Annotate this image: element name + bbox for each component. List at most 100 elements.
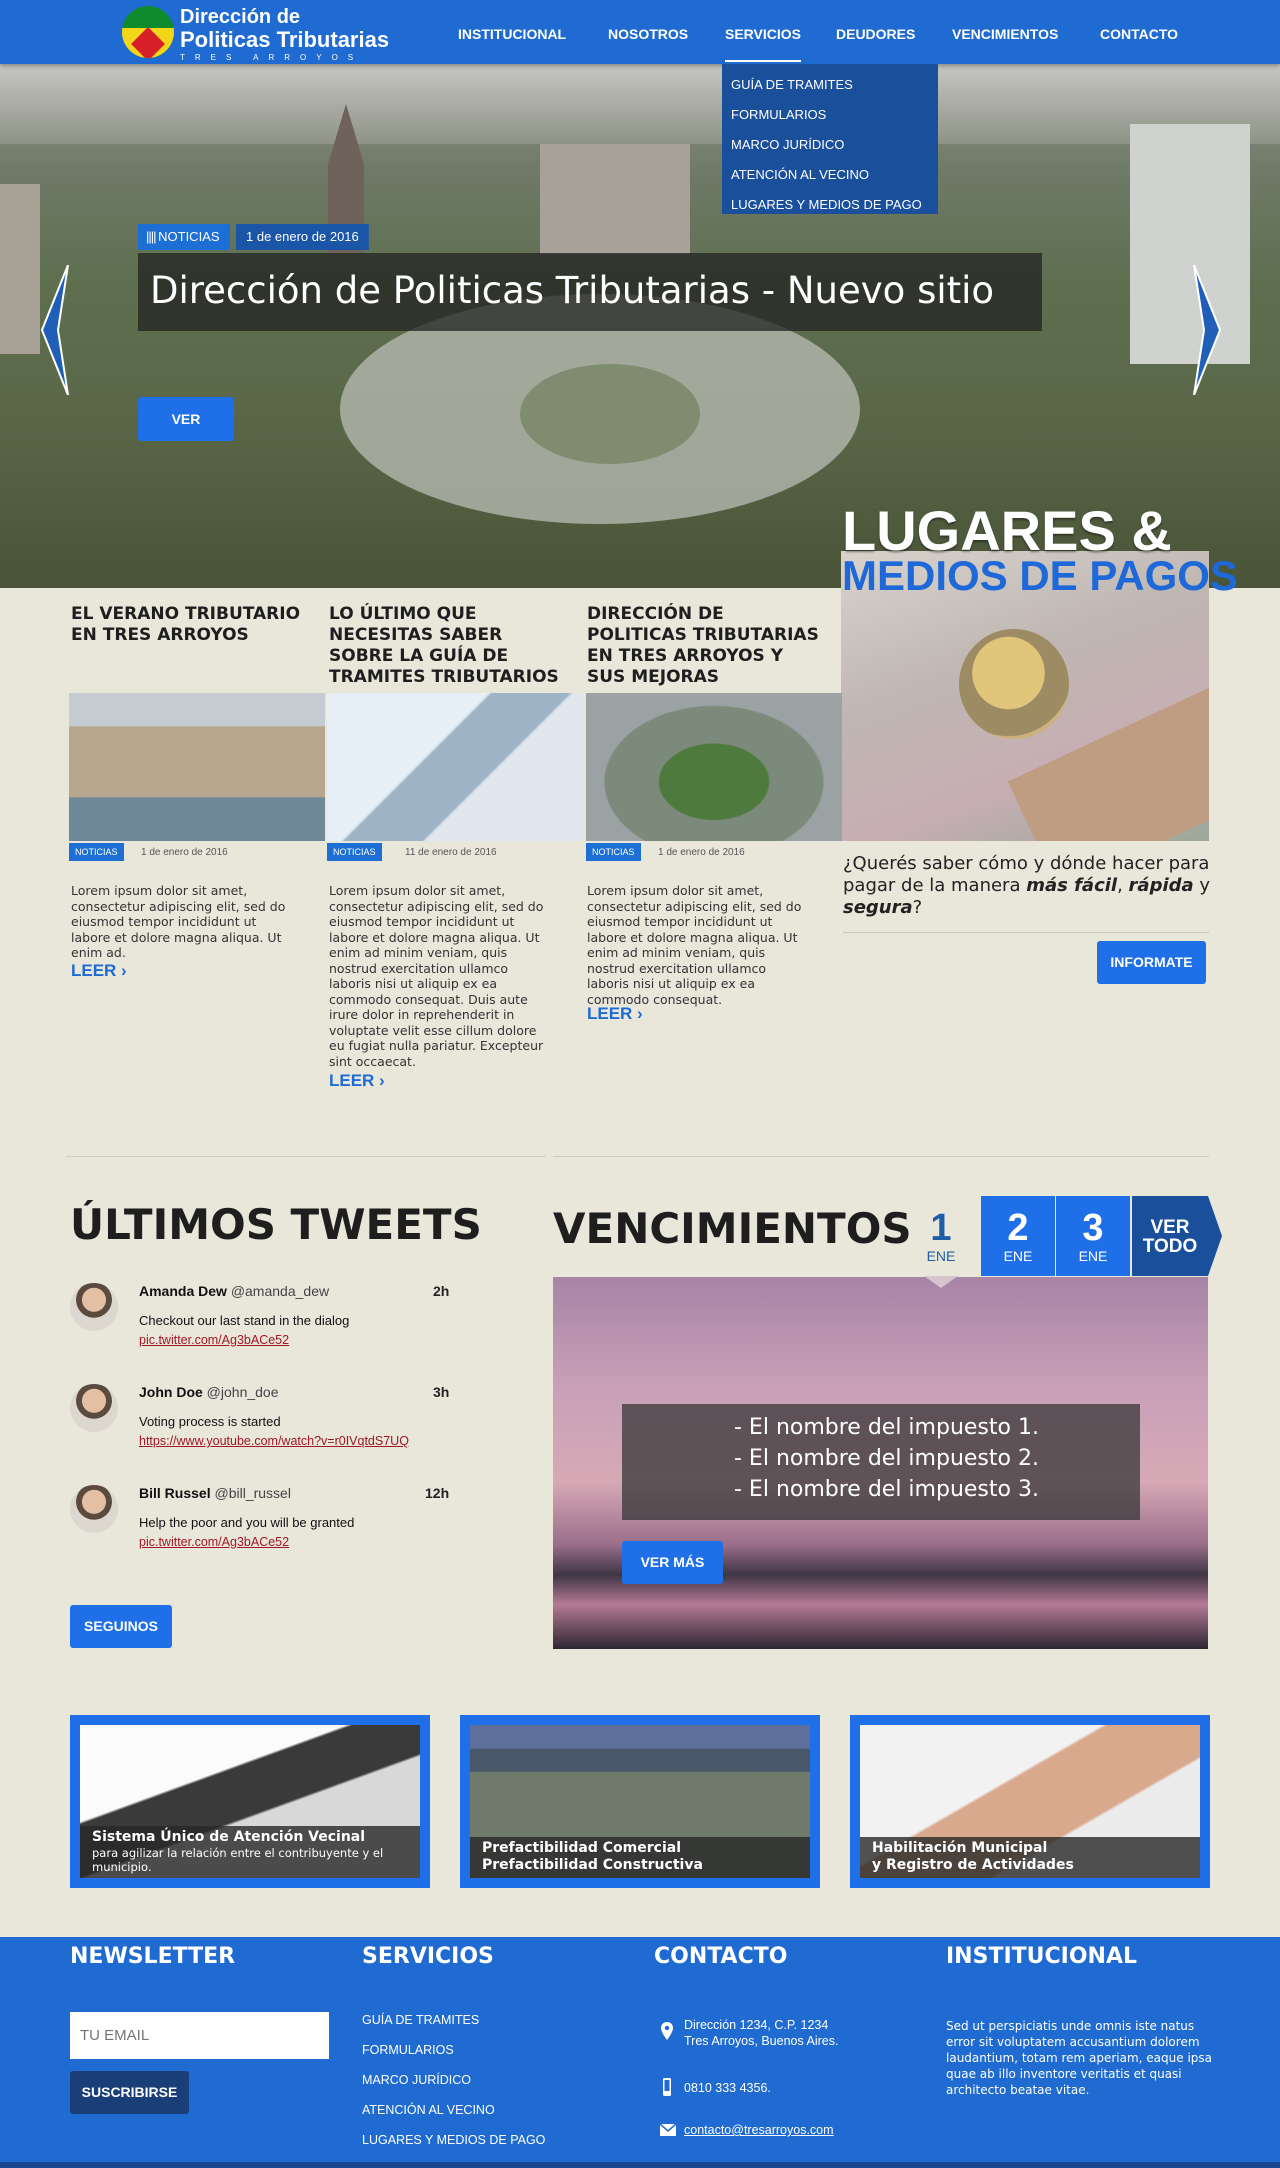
hero-building xyxy=(1130,124,1250,364)
news-title[interactable]: DIRECCIÓN DE POLITICAS TRIBUTARIAS EN TR… xyxy=(587,604,827,688)
avatar[interactable] xyxy=(70,1283,118,1331)
informate-button[interactable]: INFORMATE xyxy=(1097,941,1206,984)
news-image-beach[interactable] xyxy=(69,693,325,841)
servicios-title: SERVICIOS xyxy=(362,1944,494,1969)
news-tag[interactable]: NOTICIAS xyxy=(327,843,382,861)
nav-vencimientos[interactable]: VENCIMIENTOS xyxy=(952,0,1058,64)
hero-sky xyxy=(0,64,1280,144)
ver-todo-tab[interactable]: VER TODO xyxy=(1132,1196,1208,1276)
hero-building xyxy=(0,184,40,354)
tweets-title: ÚLTIMOS TWEETS xyxy=(70,1200,482,1249)
logo-line-1: Dirección de xyxy=(180,6,301,28)
dropdown-item-formularios[interactable]: FORMULARIOS xyxy=(722,100,938,130)
seguinos-button[interactable]: SEGUINOS xyxy=(70,1605,172,1648)
dropdown-item-atencion[interactable]: ATENCIÓN AL VECINO xyxy=(722,160,938,190)
tweet-link[interactable]: pic.twitter.com/Ag3bACe52 xyxy=(139,1333,289,1347)
tweet-author[interactable]: Amanda Dew @amanda_dew xyxy=(139,1283,329,1299)
section-divider xyxy=(553,1156,1209,1157)
card-habilitacion[interactable]: Habilitación Municipal y Registro de Act… xyxy=(850,1715,1210,1888)
institucional-text: Sed ut perspiciatis unde omnis iste natu… xyxy=(946,2019,1213,2097)
coin-shape xyxy=(959,629,1069,739)
tweet-time: 12h xyxy=(425,1485,450,1501)
tweet-time: 3h xyxy=(433,1384,450,1400)
news-image-stadium[interactable] xyxy=(586,693,842,841)
slider-next-icon[interactable] xyxy=(1192,265,1222,395)
nav-deudores[interactable]: DEUDORES xyxy=(836,0,915,64)
footer-link-formularios[interactable]: FORMULARIOS xyxy=(362,2043,454,2057)
read-more-link[interactable]: LEER › xyxy=(587,1004,643,1024)
bars-icon: |||| xyxy=(146,229,159,244)
nav-servicios[interactable]: SERVICIOS xyxy=(725,0,801,62)
hero-plaza-center xyxy=(520,364,700,464)
news-date: 1 de enero de 2016 xyxy=(658,847,745,858)
slider-prev-icon[interactable] xyxy=(40,265,70,395)
news-excerpt: Lorem ipsum dolor sit amet, consectetur … xyxy=(587,883,802,1007)
institucional-title: INSTITUCIONAL xyxy=(946,1944,1137,1969)
footer-link-guia[interactable]: GUÍA DE TRAMITES xyxy=(362,2013,479,2027)
tweet-author[interactable]: Bill Russel @bill_russel xyxy=(139,1485,291,1501)
hero-tag[interactable]: |||| NOTICIAS xyxy=(138,224,230,250)
card-caption: Sistema Único de Atención Vecinal para a… xyxy=(80,1826,420,1878)
news-tag[interactable]: NOTICIAS xyxy=(69,843,124,861)
mail-icon xyxy=(660,2124,676,2136)
news-title[interactable]: LO ÚLTIMO QUE NECESITAS SABER SOBRE LA G… xyxy=(329,604,569,688)
location-pin-icon xyxy=(661,2022,673,2040)
lugares-title-2: MEDIOS DE PAGOS xyxy=(842,552,1238,599)
ver-mas-button[interactable]: VER MÁS xyxy=(622,1541,723,1584)
news-tag[interactable]: NOTICIAS xyxy=(586,843,641,861)
suscribirse-button[interactable]: SUSCRIBIRSE xyxy=(70,2071,189,2114)
tweet-link[interactable]: pic.twitter.com/Ag3bACe52 xyxy=(139,1535,289,1549)
vencimiento-tab-2[interactable]: 2 ENE xyxy=(981,1196,1055,1276)
tweet-text: Checkout our last stand in the dialog xyxy=(139,1313,350,1328)
newsletter-email-input[interactable] xyxy=(70,2012,329,2059)
tweet-text: Help the poor and you will be granted xyxy=(139,1515,355,1530)
phone-icon xyxy=(663,2078,671,2096)
read-more-link[interactable]: LEER › xyxy=(71,961,127,981)
hero-title: Dirección de Politicas Tributarias - Nue… xyxy=(138,253,1042,331)
footer-link-marco[interactable]: MARCO JURÍDICO xyxy=(362,2073,471,2087)
servicios-dropdown: GUÍA DE TRAMITES FORMULARIOS MARCO JURÍD… xyxy=(722,64,938,214)
vencimiento-tab-1[interactable]: 1 ENE xyxy=(904,1196,978,1276)
read-more-link[interactable]: LEER › xyxy=(329,1071,385,1091)
news-excerpt: Lorem ipsum dolor sit amet, consectetur … xyxy=(71,883,286,960)
vencimiento-tab-3[interactable]: 3 ENE xyxy=(1056,1196,1130,1276)
vencimiento-item: - El nombre del impuesto 3. xyxy=(734,1477,1039,1502)
nav-nosotros[interactable]: NOSOTROS xyxy=(608,0,688,64)
tweet-link[interactable]: https://www.youtube.com/watch?v=r0IVqtdS… xyxy=(139,1434,409,1448)
hero-date: 1 de enero de 2016 xyxy=(236,224,369,250)
logo-line-2: Politicas Tributarias xyxy=(180,27,390,52)
news-image-computer[interactable] xyxy=(327,693,583,841)
news-title[interactable]: EL VERANO TRIBUTARIO EN TRES ARROYOS xyxy=(71,604,301,646)
logo-line-3: TRES ARROYOS xyxy=(180,53,364,62)
contact-email-link[interactable]: contacto@tresarroyos.com xyxy=(684,2122,834,2138)
vencimiento-item: - El nombre del impuesto 2. xyxy=(734,1446,1039,1471)
dropdown-item-marco[interactable]: MARCO JURÍDICO xyxy=(722,130,938,160)
avatar[interactable] xyxy=(70,1384,118,1432)
ver-todo-arrow-icon xyxy=(1208,1196,1222,1276)
vencimientos-list: - El nombre del impuesto 1. - El nombre … xyxy=(622,1404,1140,1520)
tweet-author[interactable]: John Doe @john_doe xyxy=(139,1384,279,1400)
footer-link-atencion[interactable]: ATENCIÓN AL VECINO xyxy=(362,2103,495,2117)
hero-ver-button[interactable]: VER xyxy=(138,397,234,441)
news-excerpt: Lorem ipsum dolor sit amet, consectetur … xyxy=(329,883,544,1069)
vencimiento-item: - El nombre del impuesto 1. xyxy=(734,1415,1039,1440)
card-prefactibilidad[interactable]: Prefactibilidad Comercial Prefactibilida… xyxy=(460,1715,820,1888)
section-divider xyxy=(66,1156,546,1157)
divider xyxy=(843,932,1209,933)
footer-bottom-bar xyxy=(0,2162,1280,2168)
news-date: 1 de enero de 2016 xyxy=(141,847,228,858)
newsletter-title: NEWSLETTER xyxy=(70,1944,236,1969)
nav-institucional[interactable]: INSTITUCIONAL xyxy=(458,0,566,64)
card-atencion-vecinal[interactable]: Sistema Único de Atención Vecinal para a… xyxy=(70,1715,430,1888)
dropdown-item-guia[interactable]: GUÍA DE TRAMITES xyxy=(722,70,938,100)
vencimientos-title: VENCIMIENTOS xyxy=(553,1204,912,1253)
contact-phone: 0810 333 4356. xyxy=(684,2081,771,2095)
nav-contacto[interactable]: CONTACTO xyxy=(1100,0,1178,64)
avatar[interactable] xyxy=(70,1485,118,1533)
hero-town-hall xyxy=(540,144,690,254)
news-date: 11 de enero de 2016 xyxy=(405,847,497,858)
site-logo[interactable]: Dirección de Politicas Tributarias TRES … xyxy=(122,6,389,62)
site-header: Dirección de Politicas Tributarias TRES … xyxy=(0,0,1280,64)
footer-link-lugares[interactable]: LUGARES Y MEDIOS DE PAGO xyxy=(362,2133,545,2147)
dropdown-item-lugares[interactable]: LUGARES Y MEDIOS DE PAGO xyxy=(722,190,938,220)
